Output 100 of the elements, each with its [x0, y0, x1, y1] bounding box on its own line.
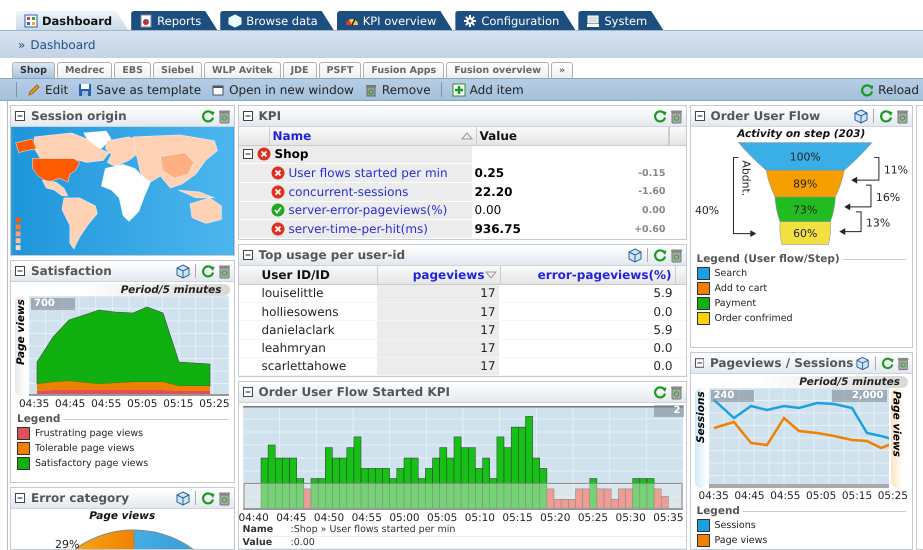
- cube-icon[interactable]: [176, 490, 190, 506]
- axis-label: 04:35: [698, 490, 729, 502]
- table-cell: 17: [376, 340, 498, 357]
- drop-arrow: [844, 184, 871, 210]
- collapse-icon[interactable]: [242, 111, 252, 121]
- legend-label: Frustrating page views: [35, 428, 144, 439]
- cube-icon[interactable]: [176, 264, 190, 278]
- legend-label: Order confrimed: [714, 313, 793, 324]
- drop-percent: 13%: [866, 216, 890, 230]
- dashboard-tab[interactable]: JDE: [282, 62, 317, 78]
- window-button[interactable]: Open in new window: [207, 82, 358, 96]
- collapse-icon[interactable]: [15, 111, 25, 121]
- refresh-icon[interactable]: [652, 248, 666, 262]
- collapse-icon[interactable]: [242, 250, 252, 260]
- panel-title: Top usage per user-id: [258, 248, 406, 262]
- detail-label: Value: [242, 536, 274, 548]
- axis-label: 05:15: [502, 512, 533, 524]
- trash-icon[interactable]: [670, 108, 682, 124]
- edit-button[interactable]: Edit: [23, 82, 72, 96]
- collapse-icon[interactable]: [694, 358, 704, 368]
- trash-icon[interactable]: [670, 384, 682, 400]
- trash-icon[interactable]: [218, 264, 230, 278]
- trash-icon[interactable]: [896, 356, 909, 370]
- table-cell-text: danielaclark: [260, 322, 336, 339]
- dashboard-tab[interactable]: Siebel: [152, 62, 202, 78]
- refresh-icon[interactable]: [652, 385, 666, 399]
- collapse-icon[interactable]: [15, 266, 25, 276]
- trash-icon[interactable]: [218, 108, 230, 124]
- axis-label: 05:05: [806, 490, 836, 502]
- breadcrumb-link[interactable]: Dashboard: [30, 38, 96, 52]
- nav-tab[interactable]: Configuration: [455, 11, 576, 30]
- axis-label: 04:35: [19, 398, 50, 410]
- refresh-icon[interactable]: [879, 109, 893, 123]
- dashboard-tab[interactable]: Fusion overview: [446, 62, 550, 78]
- dashboard-tab[interactable]: PSFT: [318, 62, 362, 78]
- panel-title: Satisfaction: [31, 264, 113, 278]
- table-cell: 17: [376, 284, 498, 302]
- remove-button[interactable]: Remove: [360, 82, 435, 96]
- legend-label: Sessions: [714, 520, 756, 531]
- collapse-icon[interactable]: [242, 149, 252, 160]
- breadcrumb-separator: »: [18, 38, 26, 52]
- nav-tab[interactable]: Reports: [131, 11, 218, 30]
- collapse-icon[interactable]: [15, 493, 25, 503]
- save-button[interactable]: Save as template: [74, 82, 206, 96]
- dashboard-tab[interactable]: Fusion Apps: [363, 62, 444, 78]
- abandon-percent: 40%: [694, 204, 719, 217]
- more-tabs-button[interactable]: »: [551, 62, 574, 78]
- axis-tick: 2: [654, 405, 684, 417]
- pencil-icon: [27, 82, 41, 96]
- legend-label: Search: [714, 268, 748, 279]
- axis-label: 05:25: [878, 490, 908, 502]
- detail-label: Name: [242, 524, 274, 536]
- refresh-icon[interactable]: [880, 356, 894, 370]
- nav-tab[interactable]: System: [578, 11, 664, 30]
- kpi-change: +0.60: [634, 224, 666, 235]
- collapse-icon[interactable]: [694, 111, 704, 121]
- trash-icon[interactable]: [218, 490, 230, 506]
- panel-title: KPI: [258, 109, 282, 123]
- sort-icon[interactable]: [460, 130, 472, 141]
- legend-label: Add to cart: [714, 283, 768, 294]
- dashboard-tab[interactable]: Shop: [12, 62, 55, 78]
- table-cell: 17: [376, 321, 498, 339]
- legend-label: Page views: [714, 535, 768, 546]
- sort-icon[interactable]: [484, 270, 496, 280]
- dashboard-tab[interactable]: EBS: [114, 62, 151, 78]
- refresh-icon[interactable]: [200, 491, 214, 505]
- reload-button[interactable]: Reload: [856, 82, 923, 96]
- axis-tick: 240: [710, 390, 754, 402]
- dashboard-icon: [24, 14, 38, 28]
- chart-title: Activity on step (203): [737, 128, 866, 140]
- step-percent: 100%: [789, 150, 820, 164]
- column-header[interactable]: pageviews: [378, 266, 500, 284]
- add-button[interactable]: Add item: [448, 82, 528, 96]
- drop-percent: 11%: [883, 164, 908, 177]
- cube-icon[interactable]: [856, 356, 870, 370]
- refresh-icon[interactable]: [652, 109, 666, 123]
- axis-label: 05:35: [653, 512, 684, 524]
- drop-arrow: [850, 156, 879, 184]
- table-cell: 17: [376, 303, 498, 320]
- cube-icon[interactable]: [628, 248, 642, 262]
- axis-label: 04:55: [352, 512, 382, 524]
- refresh-icon[interactable]: [200, 264, 214, 278]
- legend-title: Legend: [696, 505, 740, 517]
- column-header[interactable]: Name: [270, 127, 476, 145]
- panel-title: Order User Flow Started KPI: [258, 385, 451, 399]
- cube-icon[interactable]: [854, 108, 868, 124]
- detail-value: :0.00: [290, 536, 315, 548]
- axis-tick: 700: [31, 298, 75, 310]
- dashboard-tab[interactable]: Medrec: [56, 62, 112, 78]
- nav-tab[interactable]: Browse data: [220, 11, 334, 30]
- collapse-icon[interactable]: [242, 387, 252, 397]
- nav-tab[interactable]: Dashboard: [16, 11, 128, 30]
- nav-tab[interactable]: KPI overview: [336, 11, 452, 30]
- dashboard-tab[interactable]: WLP Avitek: [204, 62, 281, 78]
- trash-icon[interactable]: [896, 108, 909, 124]
- group-label: Shop: [274, 147, 309, 162]
- trash-icon[interactable]: [670, 248, 682, 262]
- column-header[interactable]: error-pageviews(%): [500, 266, 676, 284]
- refresh-icon[interactable]: [200, 109, 214, 123]
- table-cell-text: leahmryan: [260, 340, 327, 357]
